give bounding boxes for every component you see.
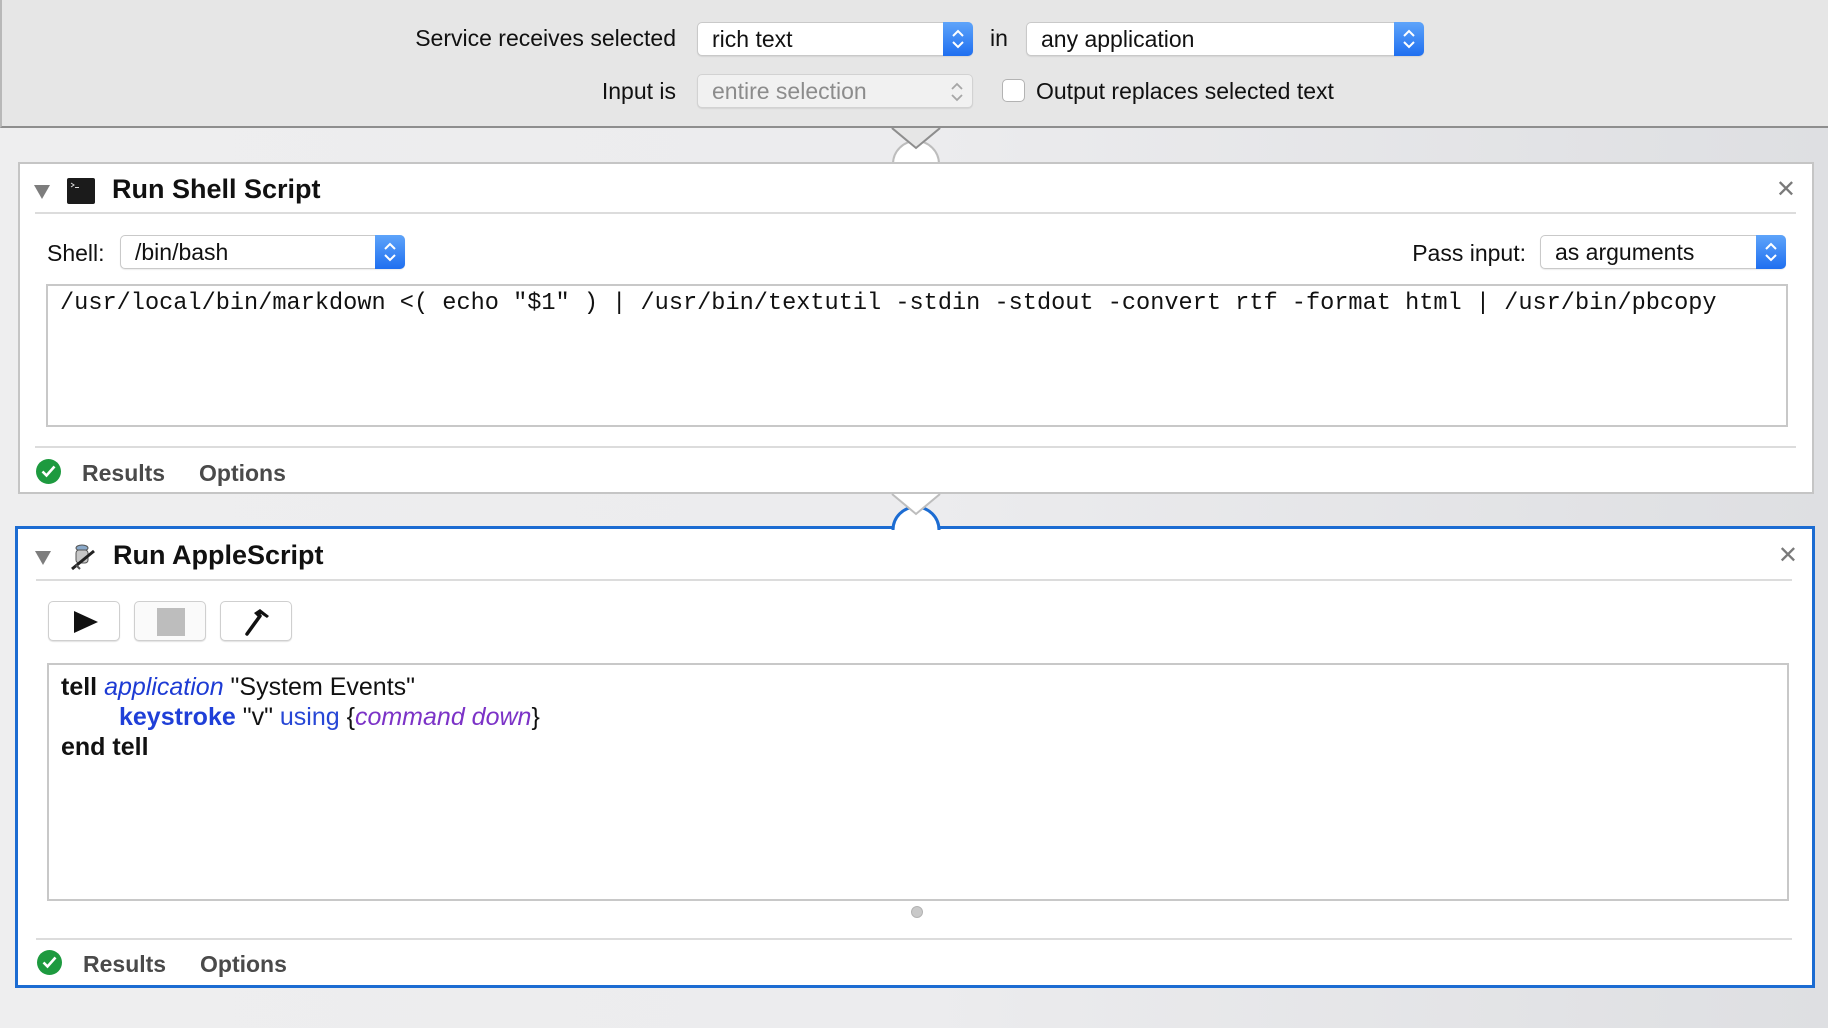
divider — [35, 212, 1796, 214]
command-keystroke: keystroke — [119, 703, 236, 731]
action-title: Run AppleScript — [113, 540, 324, 570]
input-type-value: rich text — [712, 26, 793, 52]
class-application: application — [104, 673, 224, 701]
results-tab[interactable]: Results — [83, 951, 166, 978]
pass-input-select[interactable]: as arguments — [1540, 235, 1786, 269]
shell-label: Shell: — [47, 240, 105, 266]
action-run-shell-script: Run Shell Script ✕ Shell: /bin/bash Pass… — [18, 162, 1814, 494]
stepper-icon — [943, 22, 973, 56]
service-receives-label: Service receives selected — [415, 25, 676, 51]
applescript-editor[interactable]: tell application "System Events" keystro… — [47, 663, 1789, 901]
parameter-using: using — [279, 703, 340, 731]
shell-script-editor[interactable]: /usr/local/bin/markdown <( echo "$1" ) |… — [46, 284, 1788, 427]
disclosure-triangle-icon[interactable] — [34, 185, 50, 199]
stepper-icon — [375, 235, 405, 269]
shell-script-text: /usr/local/bin/markdown <( echo "$1" ) |… — [60, 290, 1717, 317]
success-check-icon — [37, 950, 62, 975]
terminal-icon — [67, 178, 95, 204]
application-select[interactable]: any application — [1026, 22, 1424, 56]
options-tab[interactable]: Options — [200, 951, 287, 978]
compile-script-button[interactable] — [220, 601, 292, 641]
brace-open: { — [339, 703, 355, 731]
stepper-icon — [1394, 22, 1424, 56]
input-is-label: Input is — [601, 78, 676, 104]
stop-script-button[interactable] — [134, 601, 206, 641]
code-line-1: tell application "System Events" — [61, 673, 415, 702]
input-type-select[interactable]: rich text — [697, 22, 973, 56]
brace-close: } — [531, 703, 540, 731]
divider — [35, 446, 1796, 448]
action-title: Run Shell Script — [112, 174, 321, 204]
application-value: any application — [1041, 26, 1195, 52]
applescript-icon — [71, 544, 95, 571]
output-replaces-checkbox[interactable] — [1002, 79, 1025, 102]
success-check-icon — [36, 459, 61, 484]
code-line-3: end tell — [61, 733, 149, 762]
input-is-select[interactable]: entire selection — [697, 74, 973, 108]
disclosure-triangle-icon[interactable] — [35, 551, 51, 565]
options-tab[interactable]: Options — [199, 460, 286, 487]
stepper-icon — [1756, 235, 1786, 269]
keyword-tell: tell — [61, 673, 98, 701]
close-icon[interactable]: ✕ — [1778, 544, 1798, 568]
action-run-applescript: Run AppleScript ✕ tell application "Syst… — [15, 526, 1815, 988]
stop-icon — [157, 608, 185, 636]
in-label: in — [990, 25, 1008, 51]
string-literal: "v" — [235, 703, 280, 731]
results-tab[interactable]: Results — [82, 460, 165, 487]
keyword-end-tell: end tell — [61, 733, 149, 761]
string-literal: "System Events" — [223, 673, 416, 701]
shell-select[interactable]: /bin/bash — [120, 235, 405, 269]
enum-command-down: command down — [354, 703, 532, 731]
workflow-header: Service receives selected rich text in a… — [0, 0, 1828, 128]
pass-input-label: Pass input: — [1412, 240, 1526, 266]
divider — [36, 938, 1792, 940]
connector-notch — [891, 127, 941, 165]
stepper-icon — [942, 75, 972, 107]
shell-value: /bin/bash — [135, 239, 229, 265]
pass-input-value: as arguments — [1555, 239, 1695, 265]
close-icon[interactable]: ✕ — [1776, 178, 1796, 202]
output-replaces-label: Output replaces selected text — [1036, 78, 1334, 104]
code-line-2: keystroke "v" using {command down} — [119, 703, 540, 732]
divider — [36, 579, 1792, 581]
resize-handle[interactable] — [911, 906, 923, 918]
play-icon — [74, 611, 98, 633]
hammer-icon — [245, 609, 269, 636]
run-script-button[interactable] — [48, 601, 120, 641]
connector-notch — [891, 493, 941, 531]
input-is-value: entire selection — [712, 78, 867, 104]
